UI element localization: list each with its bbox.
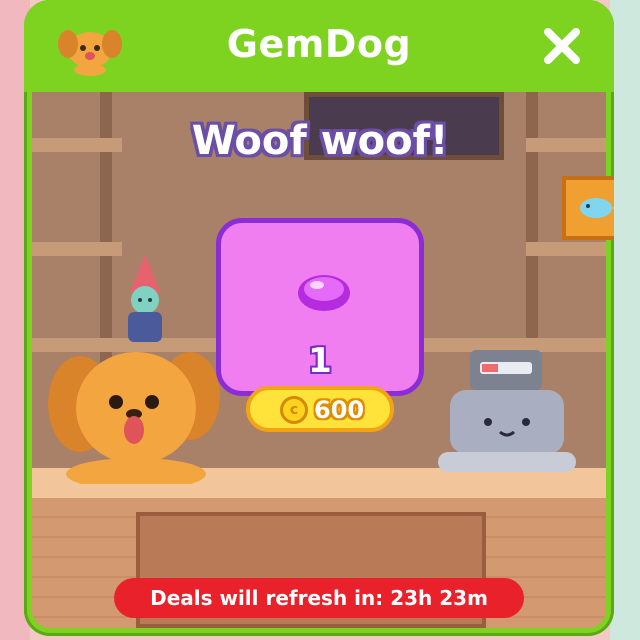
gemdog-mascot-icon bbox=[48, 352, 220, 484]
shelf-board bbox=[32, 242, 122, 256]
fish-icon bbox=[580, 198, 614, 218]
modal-header: GemDog bbox=[24, 0, 614, 92]
greeting-text: Woof woof! bbox=[191, 118, 449, 164]
refresh-banner: Deals will refresh in: 23h 23m bbox=[114, 578, 524, 618]
coin-icon: c bbox=[280, 396, 308, 424]
pink-gem-icon bbox=[298, 275, 350, 311]
gnome-figure-icon bbox=[128, 254, 162, 342]
gem-deal-card[interactable]: 1 bbox=[216, 218, 424, 396]
modal-title: GemDog bbox=[226, 22, 412, 66]
cash-register-icon bbox=[438, 350, 576, 472]
deal-quantity: 1 bbox=[308, 341, 332, 381]
buy-price-button[interactable]: c 600 bbox=[246, 386, 394, 432]
deal-price: 600 bbox=[314, 396, 365, 424]
shelf-board bbox=[526, 242, 606, 256]
background-right bbox=[610, 0, 640, 640]
fish-box-icon bbox=[562, 176, 614, 240]
refresh-banner-text: Deals will refresh in: 23h 23m bbox=[150, 586, 488, 610]
close-icon[interactable] bbox=[542, 26, 582, 66]
